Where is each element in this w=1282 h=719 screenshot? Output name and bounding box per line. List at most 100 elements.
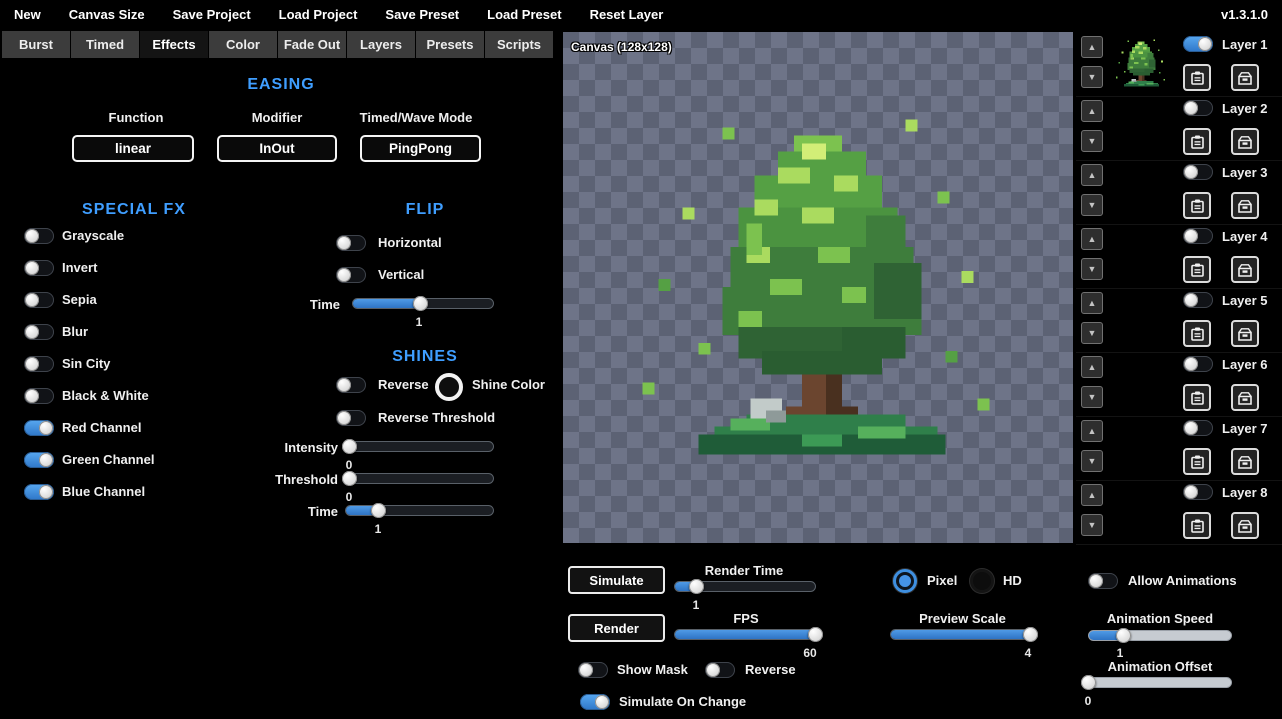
layer-copy-button[interactable] bbox=[1183, 64, 1211, 91]
preview-scale-slider[interactable] bbox=[890, 629, 1037, 640]
simulate-button[interactable]: Simulate bbox=[568, 566, 665, 594]
layer-move-down-button[interactable]: ▼ bbox=[1081, 130, 1103, 152]
tab-burst[interactable]: Burst bbox=[2, 31, 70, 58]
layer-move-up-button[interactable]: ▲ bbox=[1081, 484, 1103, 506]
menu-reset-layer[interactable]: Reset Layer bbox=[590, 7, 664, 22]
layer-paste-button[interactable] bbox=[1231, 192, 1259, 219]
layer-paste-button[interactable] bbox=[1231, 448, 1259, 475]
layer-visibility-toggle[interactable] bbox=[1183, 420, 1213, 436]
simulate-on-change-toggle[interactable] bbox=[580, 694, 610, 710]
slider-thumb[interactable] bbox=[1023, 627, 1038, 642]
layer-thumbnail[interactable] bbox=[1110, 163, 1173, 219]
tab-color[interactable]: Color bbox=[209, 31, 277, 58]
easing-mode-dropdown[interactable]: PingPong bbox=[360, 135, 481, 162]
layer-move-down-button[interactable]: ▼ bbox=[1081, 322, 1103, 344]
grayscale-toggle[interactable] bbox=[24, 228, 54, 244]
slider-thumb[interactable] bbox=[413, 296, 428, 311]
slider-thumb[interactable] bbox=[808, 627, 823, 642]
layer-visibility-toggle[interactable] bbox=[1183, 228, 1213, 244]
layer-copy-button[interactable] bbox=[1183, 384, 1211, 411]
layer-move-up-button[interactable]: ▲ bbox=[1081, 36, 1103, 58]
tab-fade-out[interactable]: Fade Out bbox=[278, 31, 346, 58]
layer-paste-button[interactable] bbox=[1231, 256, 1259, 283]
layer-thumbnail[interactable] bbox=[1110, 483, 1173, 539]
layer-thumbnail[interactable] bbox=[1110, 291, 1173, 347]
layer-move-down-button[interactable]: ▼ bbox=[1081, 194, 1103, 216]
layer-paste-button[interactable] bbox=[1231, 64, 1259, 91]
slider-thumb[interactable] bbox=[689, 579, 704, 594]
fps-slider[interactable] bbox=[674, 629, 820, 640]
layer-move-down-button[interactable]: ▼ bbox=[1081, 514, 1103, 536]
slider-thumb[interactable] bbox=[342, 471, 357, 486]
layer-visibility-toggle[interactable] bbox=[1183, 292, 1213, 308]
layer-thumbnail[interactable] bbox=[1110, 99, 1173, 155]
layer-visibility-toggle[interactable] bbox=[1183, 356, 1213, 372]
flip-horizontal-toggle[interactable] bbox=[336, 235, 366, 251]
render-button[interactable]: Render bbox=[568, 614, 665, 642]
layer-move-down-button[interactable]: ▼ bbox=[1081, 66, 1103, 88]
layer-label[interactable]: Layer 5 bbox=[1222, 293, 1268, 309]
layer-copy-button[interactable] bbox=[1183, 256, 1211, 283]
layer-move-down-button[interactable]: ▼ bbox=[1081, 258, 1103, 280]
sin-city-toggle[interactable] bbox=[24, 356, 54, 372]
reverse-toggle[interactable] bbox=[705, 662, 735, 678]
layer-label[interactable]: Layer 6 bbox=[1222, 357, 1268, 373]
layer-label[interactable]: Layer 1 bbox=[1222, 37, 1268, 53]
layer-move-down-button[interactable]: ▼ bbox=[1081, 386, 1103, 408]
layer-paste-button[interactable] bbox=[1231, 512, 1259, 539]
layer-thumbnail[interactable] bbox=[1110, 227, 1173, 283]
show-mask-toggle[interactable] bbox=[578, 662, 608, 678]
layer-thumbnail[interactable] bbox=[1110, 419, 1173, 475]
layer-label[interactable]: Layer 8 bbox=[1222, 485, 1268, 501]
layer-copy-button[interactable] bbox=[1183, 128, 1211, 155]
shines-reverse-toggle[interactable] bbox=[336, 377, 366, 393]
tab-layers[interactable]: Layers bbox=[347, 31, 415, 58]
red-channel-toggle[interactable] bbox=[24, 420, 54, 436]
tab-effects[interactable]: Effects bbox=[140, 31, 208, 58]
sepia-toggle[interactable] bbox=[24, 292, 54, 308]
intensity-slider[interactable] bbox=[345, 441, 494, 452]
flip-time-slider[interactable] bbox=[352, 298, 494, 309]
layer-copy-button[interactable] bbox=[1183, 192, 1211, 219]
pixel-radio[interactable] bbox=[893, 569, 917, 593]
layer-copy-button[interactable] bbox=[1183, 320, 1211, 347]
layer-move-up-button[interactable]: ▲ bbox=[1081, 420, 1103, 442]
easing-function-dropdown[interactable]: linear bbox=[72, 135, 194, 162]
allow-animations-toggle[interactable] bbox=[1088, 573, 1118, 589]
menu-save-preset[interactable]: Save Preset bbox=[385, 7, 459, 22]
easing-modifier-dropdown[interactable]: InOut bbox=[217, 135, 337, 162]
invert-toggle[interactable] bbox=[24, 260, 54, 276]
slider-thumb[interactable] bbox=[342, 439, 357, 454]
menu-load-project[interactable]: Load Project bbox=[279, 7, 358, 22]
threshold-slider[interactable] bbox=[345, 473, 494, 484]
layer-thumbnail[interactable] bbox=[1110, 35, 1173, 91]
green-channel-toggle[interactable] bbox=[24, 452, 54, 468]
tab-scripts[interactable]: Scripts bbox=[485, 31, 553, 58]
layer-label[interactable]: Layer 7 bbox=[1222, 421, 1268, 437]
layer-visibility-toggle[interactable] bbox=[1183, 100, 1213, 116]
layer-label[interactable]: Layer 4 bbox=[1222, 229, 1268, 245]
layer-move-up-button[interactable]: ▲ bbox=[1081, 228, 1103, 250]
reverse-threshold-toggle[interactable] bbox=[336, 410, 366, 426]
layer-paste-button[interactable] bbox=[1231, 128, 1259, 155]
animation-offset-slider[interactable] bbox=[1083, 677, 1232, 688]
slider-thumb[interactable] bbox=[1116, 628, 1131, 643]
layer-visibility-toggle[interactable] bbox=[1183, 484, 1213, 500]
animation-speed-slider[interactable] bbox=[1088, 630, 1232, 641]
layer-move-down-button[interactable]: ▼ bbox=[1081, 450, 1103, 472]
layer-move-up-button[interactable]: ▲ bbox=[1081, 356, 1103, 378]
tab-timed[interactable]: Timed bbox=[71, 31, 139, 58]
layer-thumbnail[interactable] bbox=[1110, 355, 1173, 411]
layer-paste-button[interactable] bbox=[1231, 384, 1259, 411]
menu-new[interactable]: New bbox=[14, 7, 41, 22]
layer-copy-button[interactable] bbox=[1183, 512, 1211, 539]
layer-visibility-toggle[interactable] bbox=[1183, 164, 1213, 180]
layer-visibility-toggle[interactable] bbox=[1183, 36, 1213, 52]
menu-load-preset[interactable]: Load Preset bbox=[487, 7, 561, 22]
layer-copy-button[interactable] bbox=[1183, 448, 1211, 475]
blue-channel-toggle[interactable] bbox=[24, 484, 54, 500]
slider-thumb[interactable] bbox=[371, 503, 386, 518]
layer-label[interactable]: Layer 3 bbox=[1222, 165, 1268, 181]
shine-color-swatch[interactable] bbox=[435, 373, 463, 401]
tab-presets[interactable]: Presets bbox=[416, 31, 484, 58]
